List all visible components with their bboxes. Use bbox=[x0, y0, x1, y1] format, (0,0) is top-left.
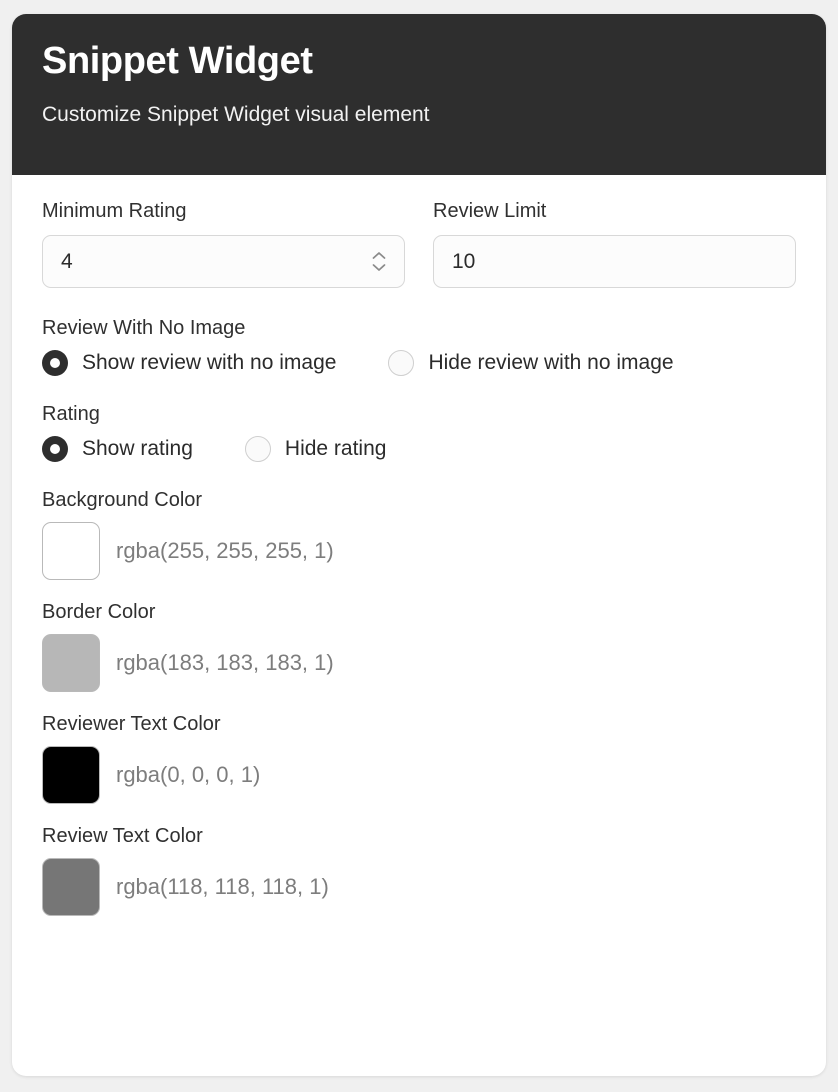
review-text-color-label: Review Text Color bbox=[42, 824, 796, 848]
background-color-label: Background Color bbox=[42, 488, 796, 512]
radio-label: Hide review with no image bbox=[428, 351, 673, 374]
card-header: Snippet Widget Customize Snippet Widget … bbox=[12, 14, 826, 175]
review-limit-value: 10 bbox=[452, 251, 781, 272]
reviewer-text-color-group: Reviewer Text Color rgba(0, 0, 0, 1) bbox=[42, 712, 796, 804]
radio-selected-icon bbox=[42, 436, 68, 462]
review-with-no-image-options: Show review with no image Hide review wi… bbox=[42, 350, 796, 376]
border-color-value: rgba(183, 183, 183, 1) bbox=[116, 651, 334, 675]
review-text-color-group: Review Text Color rgba(118, 118, 118, 1) bbox=[42, 824, 796, 916]
page-subtitle: Customize Snippet Widget visual element bbox=[42, 102, 796, 127]
review-text-color-row: rgba(118, 118, 118, 1) bbox=[42, 858, 796, 916]
review-limit-input[interactable]: 10 bbox=[433, 235, 796, 288]
minimum-rating-label: Minimum Rating bbox=[42, 199, 405, 223]
reviewer-text-color-swatch[interactable] bbox=[42, 746, 100, 804]
radio-selected-icon bbox=[42, 350, 68, 376]
review-text-color-swatch[interactable] bbox=[42, 858, 100, 916]
border-color-swatch[interactable] bbox=[42, 634, 100, 692]
review-limit-label: Review Limit bbox=[433, 199, 796, 223]
stepper-chevrons-icon[interactable] bbox=[368, 247, 390, 277]
radio-label: Show review with no image bbox=[82, 351, 336, 374]
rating-group: Rating Show rating Hide rating bbox=[42, 402, 796, 462]
numeric-fields-row: Minimum Rating 4 Review Limit bbox=[42, 199, 796, 288]
snippet-widget-card: Snippet Widget Customize Snippet Widget … bbox=[12, 14, 826, 1076]
reviewer-text-color-row: rgba(0, 0, 0, 1) bbox=[42, 746, 796, 804]
review-limit-field: Review Limit 10 bbox=[433, 199, 796, 288]
page-title: Snippet Widget bbox=[42, 40, 796, 84]
border-color-label: Border Color bbox=[42, 600, 796, 624]
review-with-no-image-group: Review With No Image Show review with no… bbox=[42, 316, 796, 376]
border-color-group: Border Color rgba(183, 183, 183, 1) bbox=[42, 600, 796, 692]
radio-show-rating[interactable]: Show rating bbox=[42, 436, 193, 462]
minimum-rating-value: 4 bbox=[61, 251, 368, 272]
border-color-row: rgba(183, 183, 183, 1) bbox=[42, 634, 796, 692]
radio-hide-rating[interactable]: Hide rating bbox=[245, 436, 387, 462]
reviewer-text-color-value: rgba(0, 0, 0, 1) bbox=[116, 763, 260, 787]
review-with-no-image-label: Review With No Image bbox=[42, 316, 796, 340]
rating-label: Rating bbox=[42, 402, 796, 426]
review-text-color-value: rgba(118, 118, 118, 1) bbox=[116, 875, 329, 899]
radio-show-review-with-no-image[interactable]: Show review with no image bbox=[42, 350, 336, 376]
radio-label: Show rating bbox=[82, 437, 193, 460]
background-color-row: rgba(255, 255, 255, 1) bbox=[42, 522, 796, 580]
radio-unselected-icon bbox=[388, 350, 414, 376]
background-color-group: Background Color rgba(255, 255, 255, 1) bbox=[42, 488, 796, 580]
rating-options: Show rating Hide rating bbox=[42, 436, 796, 462]
background-color-swatch[interactable] bbox=[42, 522, 100, 580]
background-color-value: rgba(255, 255, 255, 1) bbox=[116, 539, 334, 563]
minimum-rating-field: Minimum Rating 4 bbox=[42, 199, 405, 288]
radio-unselected-icon bbox=[245, 436, 271, 462]
minimum-rating-input[interactable]: 4 bbox=[42, 235, 405, 288]
reviewer-text-color-label: Reviewer Text Color bbox=[42, 712, 796, 736]
radio-hide-review-with-no-image[interactable]: Hide review with no image bbox=[388, 350, 673, 376]
radio-label: Hide rating bbox=[285, 437, 387, 460]
card-body: Minimum Rating 4 Review Limit bbox=[12, 175, 826, 966]
